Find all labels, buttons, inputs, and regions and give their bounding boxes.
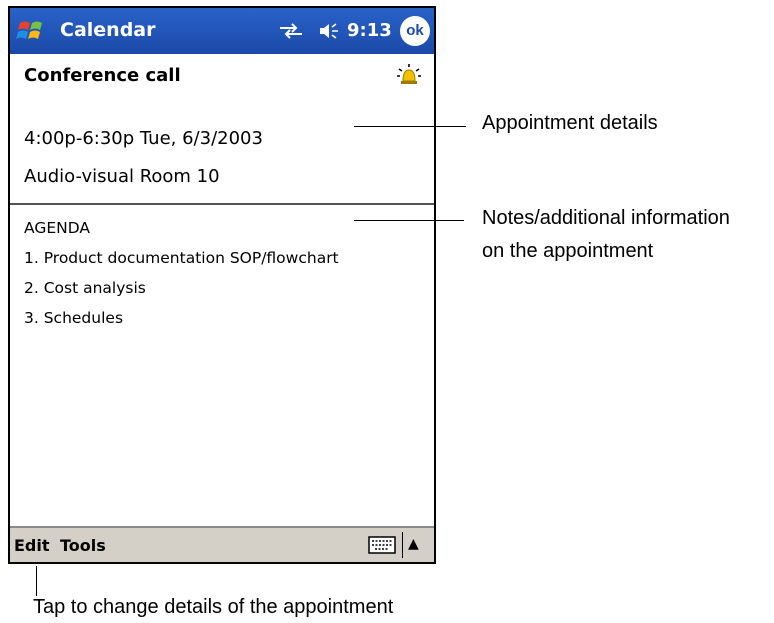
note-line: 1. Product documentation SOP/flowchart — [24, 249, 339, 267]
note-line: 2. Cost analysis — [24, 279, 146, 297]
clock[interactable]: 9:13 — [347, 20, 392, 41]
appointment-subject: Conference call — [24, 65, 181, 86]
notes-area[interactable]: AGENDA 1. Product documentation SOP/flow… — [24, 213, 339, 333]
sip-arrow-icon[interactable]: ▲ — [408, 536, 419, 552]
ok-button[interactable]: ok — [400, 16, 430, 46]
section-divider — [10, 203, 434, 205]
edit-hint-leader — [36, 566, 37, 596]
appointment-details-leader — [354, 126, 466, 127]
note-line: 3. Schedules — [24, 309, 124, 327]
sip-separator — [402, 532, 403, 558]
note-line: AGENDA — [24, 219, 90, 237]
edit-hint-callout: Tap to change details of the appointment — [33, 596, 394, 618]
appointment-details-callout: Appointment details — [482, 112, 658, 134]
pocket-pc-screen: Calendar 9:13 ok Conference call 4:00p-6… — [8, 6, 436, 564]
ok-label: ok — [406, 22, 424, 39]
windows-flag-icon[interactable] — [16, 16, 46, 46]
speaker-icon[interactable] — [318, 21, 340, 41]
notes-callout-line1: Notes/additional information — [482, 207, 730, 229]
menu-bar: Edit Tools ▲ — [10, 526, 434, 562]
tools-menu[interactable]: Tools — [60, 536, 106, 555]
appointment-location: Audio-visual Room 10 — [24, 166, 220, 187]
keyboard-icon[interactable] — [368, 536, 396, 554]
alarm-bell-icon — [397, 64, 421, 84]
edit-menu[interactable]: Edit — [14, 536, 50, 555]
app-title: Calendar — [60, 19, 156, 41]
title-bar: Calendar 9:13 ok — [10, 8, 434, 54]
notes-callout-line2: on the appointment — [482, 240, 654, 262]
connectivity-icon[interactable] — [278, 23, 304, 39]
appointment-time: 4:00p-6:30p Tue, 6/3/2003 — [24, 128, 263, 149]
notes-leader — [354, 220, 464, 221]
